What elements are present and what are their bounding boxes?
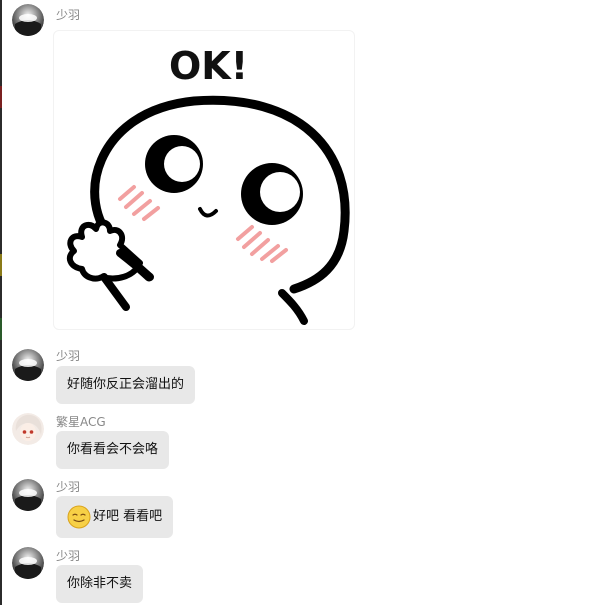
ok-sticker-drawing: OK! — [66, 44, 350, 325]
sticker-image[interactable]: OK! — [53, 30, 355, 330]
avatar[interactable] — [12, 547, 44, 579]
sender-name: 少羽 — [56, 480, 81, 494]
message-text: 你看看会不会咯 — [67, 442, 159, 457]
avatar[interactable] — [12, 4, 44, 36]
avatar[interactable] — [12, 479, 44, 511]
avatar[interactable] — [12, 413, 44, 445]
message-bubble[interactable]: 你看看会不会咯 — [56, 431, 170, 469]
chat-message: 少羽 你除非不卖 — [0, 545, 614, 605]
message-text: 好随你反正会溜出的 — [67, 377, 185, 392]
message-text: 好吧 看看吧 — [93, 509, 163, 524]
sender-name: 繁星ACG — [56, 415, 106, 429]
sender-name: 少羽 — [56, 8, 81, 22]
message-bubble[interactable]: 好随你反正会溜出的 — [56, 366, 196, 404]
message-text: 你除非不卖 — [67, 576, 133, 591]
chat-message: 少羽 好吧 看看吧 — [0, 475, 614, 541]
sender-name: 少羽 — [56, 349, 81, 363]
sticker-caption: OK! — [169, 44, 248, 88]
chat-message: 繁星ACG 你看看会不会咯 — [0, 410, 614, 470]
message-bubble[interactable]: 好吧 看看吧 — [56, 496, 174, 538]
smiley-emoji-icon — [67, 505, 91, 529]
chat-window: 少羽 OK! 少羽 好随你反正会溜出的 繁星ACG 你看看会不会咯 少羽 好吧 … — [0, 0, 614, 605]
chat-message: 少羽 好随你反正会溜出的 — [0, 345, 614, 405]
chat-message: 少羽 OK! — [0, 0, 614, 335]
sender-name: 少羽 — [56, 549, 81, 563]
message-bubble[interactable]: 你除非不卖 — [56, 565, 144, 603]
avatar[interactable] — [12, 349, 44, 381]
